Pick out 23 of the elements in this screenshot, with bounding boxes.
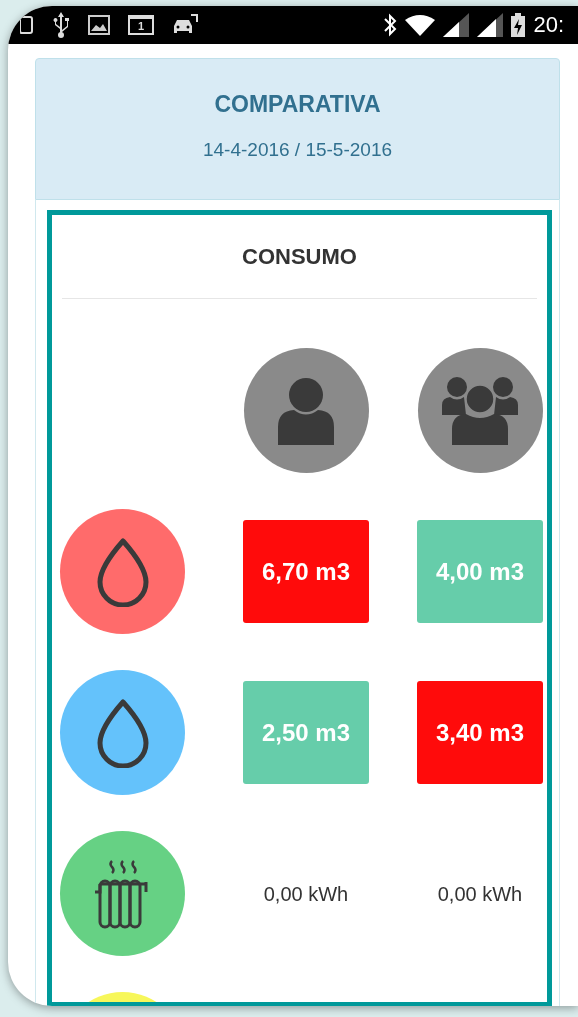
bluetooth-icon — [383, 13, 398, 37]
group-icon — [442, 376, 518, 445]
water-drop-icon — [95, 697, 150, 768]
section-title: CONSUMO — [242, 244, 357, 269]
water-drop-icon — [95, 536, 150, 607]
value-text: 0,00 kWh — [263, 881, 349, 907]
value-text: 0,00 kWh — [437, 881, 523, 907]
page-title: COMPARATIVA — [213, 90, 382, 119]
phone-icon — [20, 15, 34, 35]
value-badge: 4,00 m3 — [417, 520, 543, 623]
clock-time: 20: — [533, 14, 564, 36]
value-badge: 2,50 m3 — [243, 681, 369, 784]
signal-icon — [443, 13, 470, 37]
car-icon — [172, 14, 198, 36]
usb-icon — [52, 12, 70, 38]
value-badge: 6,70 m3 — [243, 520, 369, 623]
image-icon — [88, 15, 110, 35]
value-badge: 3,40 m3 — [417, 681, 543, 784]
wifi-icon — [405, 14, 436, 36]
battery-charging-icon — [511, 13, 526, 37]
calendar-icon: 1 — [128, 15, 154, 35]
signal-icon — [477, 13, 504, 37]
date-range: 14-4-2016 / 15-5-2016 — [201, 137, 394, 162]
